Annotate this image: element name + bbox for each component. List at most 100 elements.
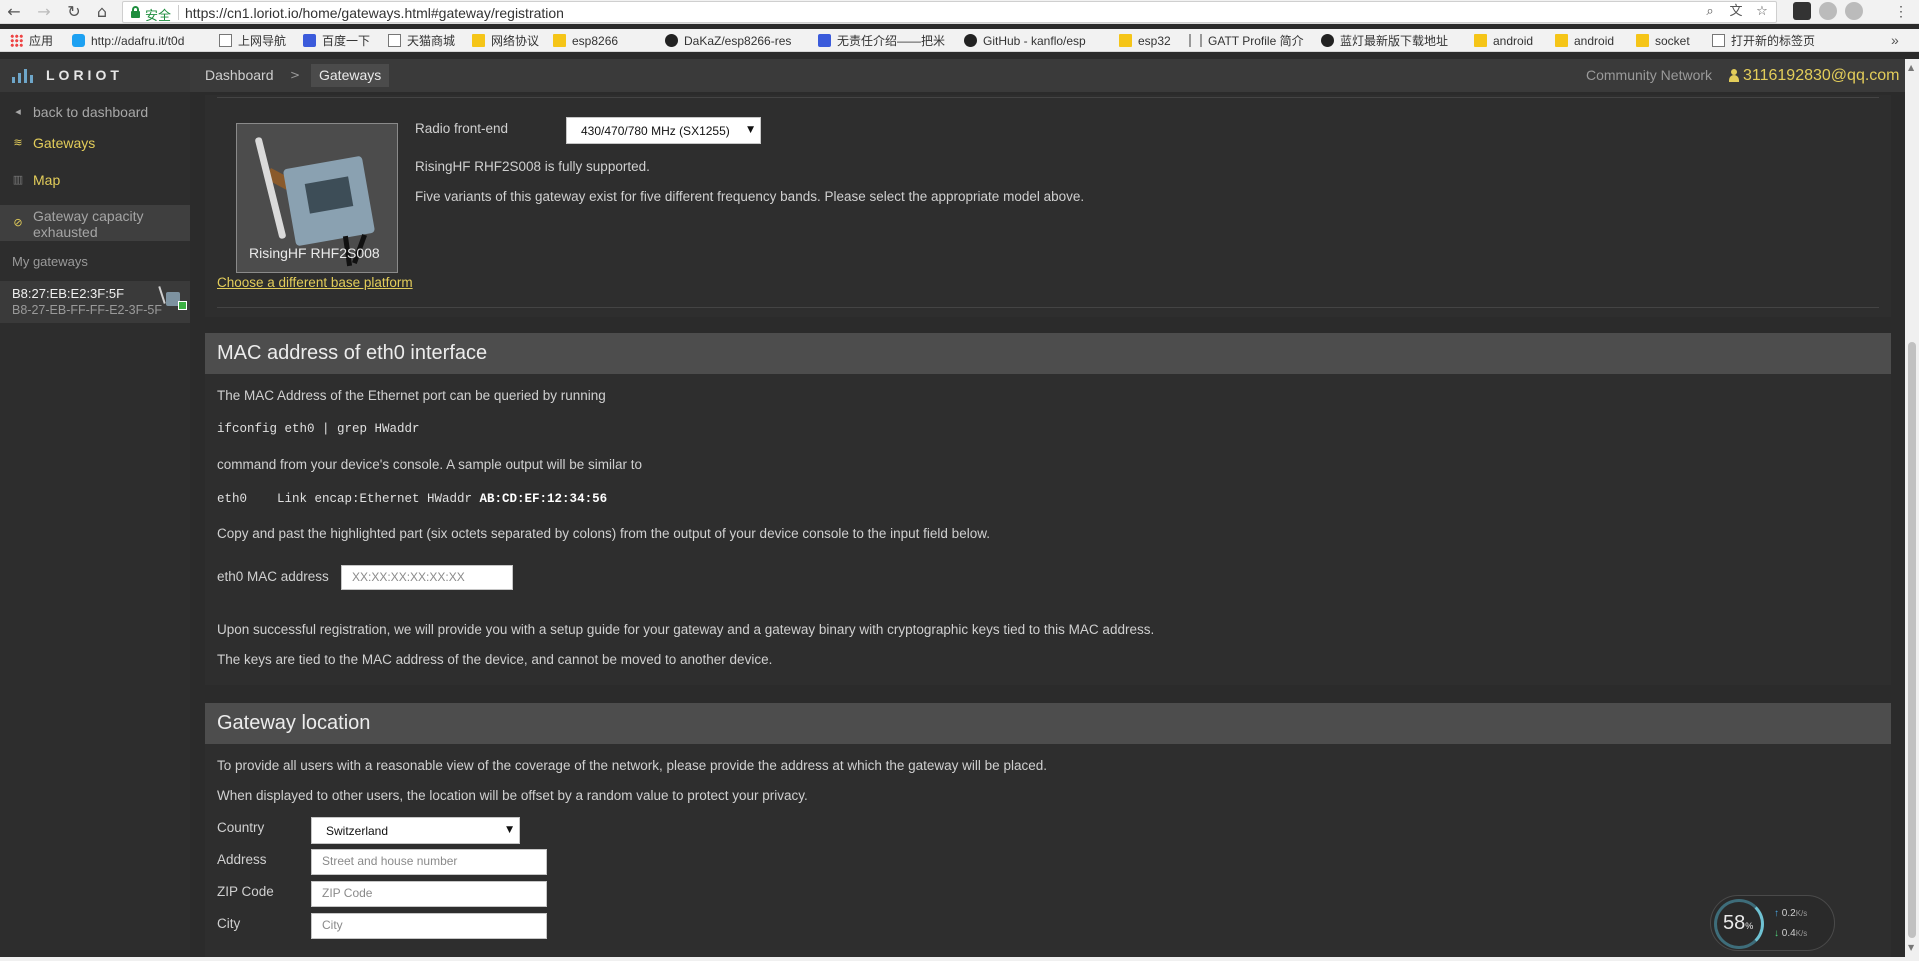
city-input[interactable]: City xyxy=(311,913,547,939)
mac-command: ifconfig eth0 | grep HWaddr xyxy=(217,422,420,436)
star-icon[interactable]: ☆ xyxy=(1754,4,1770,20)
folder-icon xyxy=(1555,34,1568,47)
bookmark-item[interactable]: GitHub - kanflo/esp xyxy=(964,32,1086,49)
forward-arrow-icon[interactable]: → xyxy=(34,2,54,22)
lock-icon xyxy=(131,6,140,18)
network-speed-widget[interactable]: 58% ↑ 0.2K/s ↓ 0.4K/s xyxy=(1710,895,1835,951)
bookmark-item[interactable]: 上网导航 xyxy=(219,32,286,49)
mac-field-label: eth0 MAC address xyxy=(217,569,329,584)
baidu-icon xyxy=(303,34,316,47)
bookmark-item[interactable]: 蓝灯最新版下载地址 xyxy=(1321,32,1448,49)
mac-after-text: command from your device's console. A sa… xyxy=(217,457,643,472)
divider xyxy=(217,307,1879,308)
loriot-logo-icon xyxy=(12,69,38,83)
page-icon xyxy=(219,34,232,47)
secure-label: 安全 xyxy=(145,8,172,23)
top-bar: Dashboard > Gateways Community Network 3… xyxy=(190,59,1919,92)
download-arrow-icon: ↓ xyxy=(1774,928,1779,939)
bookmark-item[interactable]: http://adafru.it/t0d xyxy=(72,32,184,49)
page-icon xyxy=(1712,34,1725,47)
mac-section-title: MAC address of eth0 interface xyxy=(217,342,488,364)
breadcrumb-dashboard[interactable]: Dashboard xyxy=(205,59,274,92)
zoom-icon[interactable]: ⌕ xyxy=(1702,4,1718,20)
mac-intro: The MAC Address of the Ethernet port can… xyxy=(217,388,606,403)
sidebar-item-map[interactable]: ▥ Map xyxy=(0,164,190,195)
baidu-icon xyxy=(818,34,831,47)
sidebar-item-capacity[interactable]: ⊘ Gateway capacity exhausted xyxy=(0,205,190,241)
bookmark-item[interactable]: esp8266 xyxy=(553,32,618,49)
browser-toolbar: ← → ↻ ⌂ 安全 https://cn1.loriot.io/home/ga… xyxy=(0,0,1919,24)
bookmark-apps[interactable]: 应用 xyxy=(10,32,53,49)
country-select[interactable]: Switzerland ▼ xyxy=(311,817,520,844)
menu-icon[interactable]: ⋮ xyxy=(1893,3,1909,19)
bookmark-item[interactable]: android xyxy=(1555,32,1614,49)
card-header: Gateway location xyxy=(205,703,1891,744)
bookmark-item[interactable]: android xyxy=(1474,32,1533,49)
page-icon xyxy=(388,34,401,47)
bookmark-item[interactable]: 网络协议 xyxy=(472,32,539,49)
change-platform-link[interactable]: Choose a different base platform xyxy=(217,275,413,290)
apps-icon xyxy=(10,34,23,47)
gateway-location-card: Gateway location To provide all users wi… xyxy=(205,703,1891,957)
bookmark-item[interactable]: esp32 xyxy=(1119,32,1171,49)
gateway-list-item[interactable]: B8:27:EB:E2:3F:5F B8-27-EB-FF-FF-E2-3F-5… xyxy=(0,281,190,323)
sidebar-item-gateways[interactable]: ≋ Gateways xyxy=(0,127,190,158)
bookmark-item[interactable]: 无责任介绍——把米 xyxy=(818,32,945,49)
home-icon[interactable]: ⌂ xyxy=(92,2,112,22)
mac-copy-text: Copy and past the highlighted part (six … xyxy=(217,526,990,541)
scroll-down-icon[interactable]: ▼ xyxy=(1908,943,1914,952)
upload-arrow-icon: ↑ xyxy=(1774,908,1779,919)
folder-icon xyxy=(553,34,566,47)
location-intro-2: When displayed to other users, the locat… xyxy=(217,788,808,803)
mac-note-1: Upon successful registration, we will pr… xyxy=(217,622,1155,637)
logo-text: LORIOT xyxy=(46,67,123,83)
upload-speed: ↑ 0.2K/s xyxy=(1774,908,1808,919)
arrow-left-icon: ◂ xyxy=(15,104,21,118)
mac-address-input[interactable]: XX:XX:XX:XX:XX:XX xyxy=(341,565,513,590)
gateway-model: RisingHF RHF2S008 xyxy=(249,245,380,261)
mac-note-2: The keys are tied to the MAC address of … xyxy=(217,652,773,667)
breadcrumb-current[interactable]: Gateways xyxy=(311,64,390,87)
usage-value: 58% xyxy=(1723,912,1754,934)
gateway-thumbnail-icon xyxy=(158,286,187,310)
mac-sample-output: eth0 Link encap:Ethernet HWaddr AB:CD:EF… xyxy=(217,492,608,506)
sidebar-item-back[interactable]: ◂ back to dashboard xyxy=(0,96,190,127)
extension-gear-icon[interactable] xyxy=(1845,2,1863,20)
address-input[interactable]: Street and house number xyxy=(311,849,547,875)
card-header: MAC address of eth0 interface xyxy=(205,333,1891,374)
sidebar: LORIOT ◂ back to dashboard ≋ Gateways ▥ … xyxy=(0,59,190,957)
extension-circle-icon[interactable] xyxy=(1819,2,1837,20)
back-arrow-icon[interactable]: ← xyxy=(4,2,24,22)
bookmark-item[interactable]: 天猫商城 xyxy=(388,32,455,49)
zip-input[interactable]: ZIP Code xyxy=(311,881,547,907)
bookmark-item[interactable]: DaKaZ/esp8266-res xyxy=(665,32,791,49)
logo-row: LORIOT xyxy=(0,59,190,92)
user-email[interactable]: 3116192830@qq.com xyxy=(1743,59,1900,92)
radio-select[interactable]: 430/470/780 MHz (SX1255) ▼ xyxy=(566,117,761,144)
scroll-thumb[interactable] xyxy=(1908,342,1916,938)
github-icon xyxy=(964,34,977,47)
bookmark-item[interactable]: 百度一下 xyxy=(303,32,370,49)
location-intro-1: To provide all users with a reasonable v… xyxy=(217,758,1047,773)
city-label: City xyxy=(217,916,241,931)
bookmark-item[interactable]: GATT Profile 简介 xyxy=(1189,32,1304,49)
translate-icon[interactable]: 文 xyxy=(1728,4,1744,20)
main-content: RisingHF RHF2S008 Radio front-end 430/47… xyxy=(205,95,1891,957)
bookmarks-more-icon[interactable]: » xyxy=(1891,32,1899,48)
scroll-up-icon[interactable]: ▲ xyxy=(1908,63,1914,72)
page-scrollbar[interactable]: ▲ ▼ xyxy=(1905,59,1919,957)
github-icon xyxy=(1321,34,1334,47)
bookmark-item[interactable]: socket xyxy=(1636,32,1690,49)
reload-icon[interactable]: ↻ xyxy=(64,2,84,22)
url-separator xyxy=(178,5,179,20)
divider xyxy=(217,97,1879,98)
url-text[interactable]: https://cn1.loriot.io/home/gateways.html… xyxy=(185,5,564,21)
twitter-icon xyxy=(72,34,85,47)
circle-slash-icon: ⊘ xyxy=(13,216,23,229)
extension-icon[interactable] xyxy=(1793,2,1811,20)
folder-icon xyxy=(1474,34,1487,47)
list-icon xyxy=(1189,34,1202,47)
supported-text: RisingHF RHF2S008 is fully supported. xyxy=(415,159,650,174)
bookmark-item[interactable]: 打开新的标签页 xyxy=(1712,32,1815,49)
address-bar[interactable]: 安全 https://cn1.loriot.io/home/gateways.h… xyxy=(122,1,1777,23)
